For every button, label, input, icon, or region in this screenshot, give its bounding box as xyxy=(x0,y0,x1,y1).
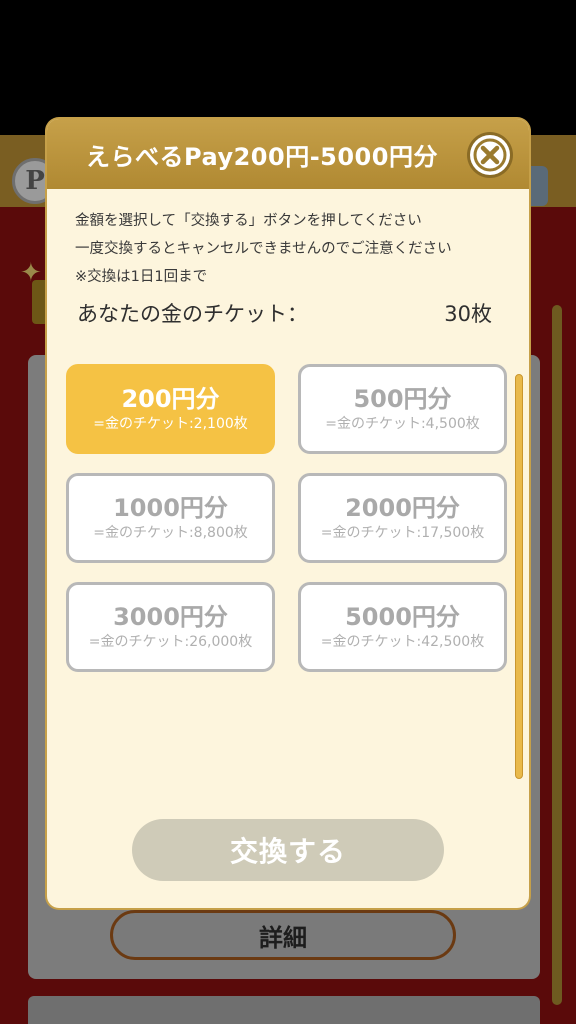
detail-button[interactable]: 詳細 xyxy=(110,910,456,960)
option-cost: =金のチケット:2,100枚 xyxy=(93,416,248,432)
amount-option-1000[interactable]: 1000円分 =金のチケット:8,800枚 xyxy=(66,473,275,563)
exchange-modal: えらべるPay200円‐5000円分 金額を選択して「交換する」ボタンを押してく… xyxy=(47,119,529,908)
ticket-balance-row: あなたの金のチケット： 30枚 xyxy=(77,297,492,329)
amount-option-500[interactable]: 500円分 =金のチケット:4,500枚 xyxy=(298,364,507,454)
ticket-balance-label: あなたの金のチケット： xyxy=(77,302,308,326)
option-cost: =金のチケット:42,500枚 xyxy=(320,634,485,650)
option-amount: 5000円分 xyxy=(345,603,460,631)
option-cost: =金のチケット:4,500枚 xyxy=(325,416,480,432)
option-amount: 200円分 xyxy=(121,385,220,413)
amount-options: 200円分 =金のチケット:2,100枚 500円分 =金のチケット:4,500… xyxy=(66,364,510,774)
exchange-button[interactable]: 交換する xyxy=(132,819,444,881)
notice-line: 金額を選択して「交換する」ボタンを押してください xyxy=(75,213,422,229)
exchange-notice: 金額を選択して「交換する」ボタンを押してください 一度交換するとキャンセルできま… xyxy=(75,207,515,291)
notice-line: 一度交換するとキャンセルできませんのでご注意ください xyxy=(75,241,452,257)
option-cost: =金のチケット:26,000枚 xyxy=(88,634,253,650)
option-cost: =金のチケット:17,500枚 xyxy=(320,525,485,541)
modal-header: えらべるPay200円‐5000円分 xyxy=(47,119,529,189)
amount-option-2000[interactable]: 2000円分 =金のチケット:17,500枚 xyxy=(298,473,507,563)
background-scrollbar xyxy=(552,305,562,1005)
amount-option-3000[interactable]: 3000円分 =金のチケット:26,000枚 xyxy=(66,582,275,672)
options-scrollbar[interactable] xyxy=(515,374,523,779)
option-amount: 500円分 xyxy=(353,385,452,413)
notice-line: ※交換は1日1回まで xyxy=(75,269,208,285)
background-bottom-bar xyxy=(28,996,540,1024)
option-amount: 3000円分 xyxy=(113,603,228,631)
option-amount: 1000円分 xyxy=(113,494,228,522)
amount-option-5000[interactable]: 5000円分 =金のチケット:42,500枚 xyxy=(298,582,507,672)
modal-title: えらべるPay200円‐5000円分 xyxy=(86,142,438,171)
close-icon xyxy=(473,138,507,172)
ticket-balance-value: 30枚 xyxy=(444,302,492,326)
close-button[interactable] xyxy=(470,135,510,175)
option-amount: 2000円分 xyxy=(345,494,460,522)
amount-option-200[interactable]: 200円分 =金のチケット:2,100枚 xyxy=(66,364,275,454)
option-cost: =金のチケット:8,800枚 xyxy=(93,525,248,541)
